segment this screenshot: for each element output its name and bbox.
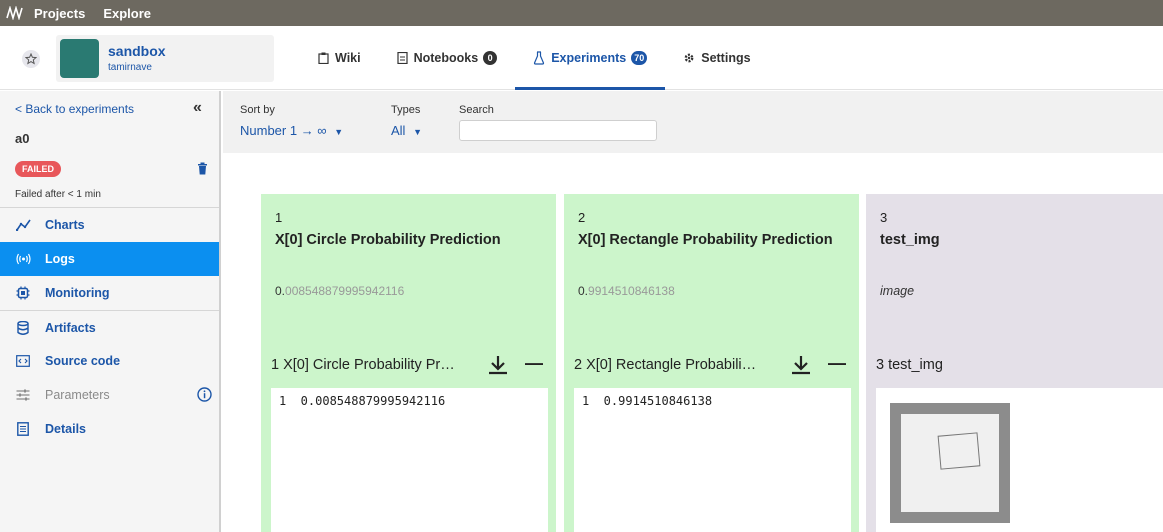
search-input[interactable] (459, 120, 657, 141)
nav-projects[interactable]: Projects (34, 6, 85, 21)
types-label: Types (391, 104, 421, 116)
channel-number: 3 (880, 210, 888, 225)
project-owner[interactable]: tamirnave (108, 62, 152, 73)
caret-down-icon: ▼ (413, 127, 422, 137)
tab-settings[interactable]: Settings (665, 26, 768, 90)
database-icon (15, 320, 31, 336)
caret-down-icon: ▼ (334, 127, 344, 137)
sidebar-item-label: Charts (45, 218, 85, 232)
trash-icon[interactable] (197, 162, 208, 178)
log-channel-card: 2 X[0] Rectangle Probability Prediction … (564, 194, 859, 532)
project-avatar (60, 39, 99, 78)
logo-icon[interactable] (0, 0, 34, 26)
log-output: 1 0.008548879995942116 (271, 388, 548, 532)
value-integer-part: 0. (578, 284, 589, 298)
sidebar-item-label: Parameters (45, 388, 110, 402)
download-icon[interactable] (487, 354, 509, 379)
logs-panel: Sort by Number 1 → ∞ ▼ Types All ▼ Searc… (223, 91, 1163, 532)
sort-value: Number 1 → ∞ (240, 123, 327, 138)
tab-label: Experiments (551, 51, 627, 65)
channel-title: X[0] Rectangle Probability Prediction (578, 232, 833, 248)
log-line: 1 0.008548879995942116 (279, 394, 446, 408)
line-chart-icon (15, 217, 31, 233)
log-line: 1 0.9914510846138 (582, 394, 713, 408)
value-fraction-part: 008548879995942116 (285, 284, 405, 298)
experiment-name: a0 (15, 131, 30, 146)
download-icon[interactable] (790, 354, 812, 379)
sidebar-item-parameters[interactable]: Parameters (0, 378, 219, 412)
minimize-icon[interactable]: — (828, 353, 846, 374)
collapse-sidebar-icon[interactable]: « (193, 99, 202, 117)
info-icon[interactable] (197, 387, 212, 405)
filter-bar: Sort by Number 1 → ∞ ▼ Types All ▼ Searc… (223, 91, 1163, 153)
image-output (876, 388, 1163, 532)
sliders-icon (15, 387, 31, 403)
tab-experiments[interactable]: Experiments 70 (515, 26, 666, 90)
log-channels-canvas: 1 X[0] Circle Probability Prediction 0.0… (223, 153, 1163, 532)
count-badge: 0 (483, 51, 498, 65)
status-text: Failed after < 1 min (15, 189, 101, 200)
tab-label: Wiki (335, 51, 361, 65)
channel-last-value: 0.008548879995942116 (275, 284, 404, 298)
channel-title: X[0] Circle Probability Prediction (275, 232, 501, 248)
sort-dropdown[interactable]: Number 1 → ∞ ▼ (240, 123, 343, 138)
document-icon (15, 421, 31, 437)
types-value: All (391, 123, 406, 138)
channel-title: test_img (880, 232, 940, 248)
sidebar-menu: Charts Logs Monitoring Artifacts Source … (0, 207, 219, 446)
channel-header: 3 test_img (876, 357, 943, 373)
code-icon (15, 353, 31, 369)
sidebar-item-charts[interactable]: Charts (0, 208, 219, 242)
value-fraction-part: 9914510846138 (588, 284, 675, 298)
rectangle-shape (937, 432, 981, 470)
top-bar: Projects Explore (0, 0, 1163, 26)
channel-type-label: image (880, 284, 915, 298)
project-name[interactable]: sandbox (108, 43, 166, 59)
sidebar-item-label: Logs (45, 252, 75, 266)
flask-icon (533, 51, 545, 65)
tab-label: Settings (701, 51, 751, 65)
project-card[interactable]: sandbox tamirnave (56, 35, 274, 82)
log-output: 1 0.9914510846138 (574, 388, 851, 532)
value-integer-part: 0. (275, 284, 286, 298)
log-channel-card: 3 test_img image 3 test_img (866, 194, 1163, 532)
search-label: Search (459, 104, 494, 116)
tab-wiki[interactable]: Wiki (300, 26, 379, 90)
channel-last-value: 0.9914510846138 (578, 284, 675, 298)
channel-header: 2 X[0] Rectangle Probabili… (574, 357, 757, 373)
signal-icon (15, 251, 31, 267)
project-tabs: Wiki Notebooks 0 Experiments 70 Settings (300, 26, 769, 90)
sidebar-item-artifacts[interactable]: Artifacts (0, 310, 219, 344)
notebook-icon (396, 52, 408, 64)
count-badge: 70 (631, 51, 648, 65)
nav-explore[interactable]: Explore (103, 6, 151, 21)
sidebar-item-monitoring[interactable]: Monitoring (0, 276, 219, 310)
cpu-icon (15, 285, 31, 301)
sidebar-item-label: Artifacts (45, 320, 96, 335)
gear-icon (683, 52, 695, 64)
channel-header: 1 X[0] Circle Probability Pr… (271, 357, 455, 373)
sidebar-item-details[interactable]: Details (0, 412, 219, 446)
sidebar-item-label: Details (45, 422, 86, 436)
log-channel-card: 1 X[0] Circle Probability Prediction 0.0… (261, 194, 556, 532)
channel-number: 2 (578, 210, 586, 225)
sidebar-item-label: Monitoring (45, 286, 110, 300)
experiment-sidebar: < Back to experiments « a0 FAILED Failed… (0, 91, 221, 532)
clipboard-icon (318, 52, 329, 64)
back-to-experiments-link[interactable]: < Back to experiments (15, 102, 134, 116)
tab-notebooks[interactable]: Notebooks 0 (379, 26, 516, 90)
status-badge: FAILED (15, 161, 62, 177)
image-thumbnail[interactable] (890, 403, 1010, 523)
sidebar-item-logs[interactable]: Logs (0, 242, 219, 276)
sidebar-item-source-code[interactable]: Source code (0, 344, 219, 378)
minimize-icon[interactable]: — (525, 353, 543, 374)
sidebar-item-label: Source code (45, 354, 121, 368)
image-content (901, 414, 999, 512)
channel-number: 1 (275, 210, 283, 225)
types-dropdown[interactable]: All ▼ (391, 123, 422, 138)
tab-label: Notebooks (413, 51, 479, 65)
sort-label: Sort by (240, 104, 275, 116)
star-icon[interactable] (22, 50, 40, 68)
